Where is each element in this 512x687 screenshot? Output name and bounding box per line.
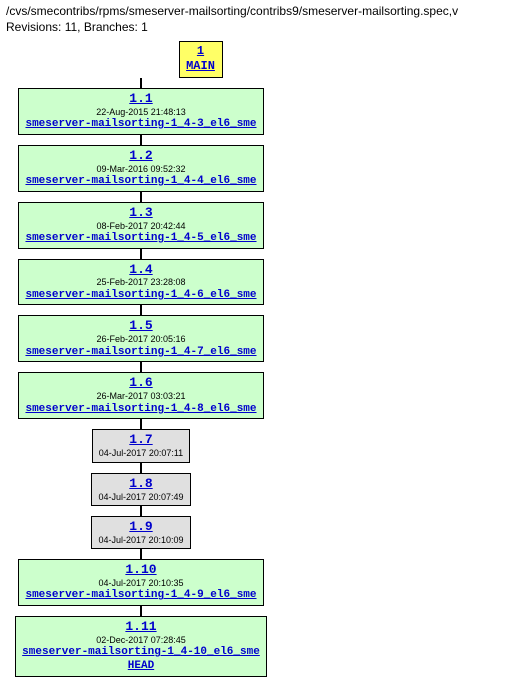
revision-node[interactable]: 1.308-Feb-2017 20:42:44smeserver-mailsor… xyxy=(18,202,263,249)
revision-date: 26-Mar-2017 03:03:21 xyxy=(25,391,256,401)
revision-date: 04-Jul-2017 20:10:09 xyxy=(98,535,183,545)
branch-main-label[interactable]: MAIN xyxy=(186,59,215,73)
revision-number-link[interactable]: 1.6 xyxy=(129,375,152,390)
revision-node[interactable]: 1.526-Feb-2017 20:05:16 smeserver-mailsor… xyxy=(18,315,263,362)
revision-node[interactable]: 1.209-Mar-2016 09:52:32smeserver-mailsor… xyxy=(18,145,263,192)
revision-number-link[interactable]: 1.10 xyxy=(125,562,156,577)
revision-date: 22-Aug-2015 21:48:13 xyxy=(25,107,256,117)
revision-head-link[interactable]: HEAD xyxy=(128,660,154,672)
revision-node[interactable]: 1.1102-Dec-2017 07:28:45smeserver-mailso… xyxy=(15,616,267,677)
revision-date: 04-Jul-2017 20:07:49 xyxy=(98,492,183,502)
revision-tag-link[interactable]: smeserver-mailsorting-1_4-8_el6_sme xyxy=(25,403,256,415)
connector-line xyxy=(140,78,142,88)
connector-line xyxy=(140,606,142,616)
branch-main-num[interactable]: 1 xyxy=(197,44,204,58)
revision-tag-link[interactable]: smeserver-mailsorting-1_4-10_el6_sme xyxy=(22,646,260,658)
connector-line xyxy=(140,362,142,372)
revision-tag-link[interactable]: smeserver-mailsorting-1_4-7_el6_sme xyxy=(25,346,256,358)
revision-node[interactable]: 1.904-Jul-2017 20:10:09 xyxy=(91,516,190,549)
connector-line xyxy=(140,135,142,145)
revision-date: 04-Jul-2017 20:07:11 xyxy=(99,448,183,458)
revision-number-link[interactable]: 1.7 xyxy=(129,432,152,447)
revision-number-link[interactable]: 1.11 xyxy=(125,619,156,634)
revision-number-link[interactable]: 1.9 xyxy=(129,519,152,534)
revision-date: 09-Mar-2016 09:52:32 xyxy=(25,164,256,174)
revision-tag-link[interactable]: smeserver-mailsorting-1_4-3_el6_sme xyxy=(25,118,256,130)
revision-date: 04-Jul-2017 20:10:35 xyxy=(25,578,256,588)
connector-line xyxy=(140,192,142,202)
revision-number-link[interactable]: 1.8 xyxy=(129,476,152,491)
revision-date: 02-Dec-2017 07:28:45 xyxy=(22,635,260,645)
connector-line xyxy=(140,419,142,429)
revision-tag-link[interactable]: smeserver-mailsorting-1_4-9_el6_sme xyxy=(25,589,256,601)
revision-node[interactable]: 1.804-Jul-2017 20:07:49 xyxy=(91,473,190,506)
revision-date: 08-Feb-2017 20:42:44 xyxy=(25,221,256,231)
revision-node[interactable]: 1.704-Jul-2017 20:07:11 xyxy=(92,429,190,462)
file-path: /cvs/smecontribs/rpms/smeserver-mailsort… xyxy=(6,4,506,20)
revision-number-link[interactable]: 1.3 xyxy=(129,205,152,220)
revision-graph: 1 MAIN 1.122-Aug-2015 21:48:13smeserver-… xyxy=(0,37,512,686)
revision-tag-link[interactable]: smeserver-mailsorting-1_4-6_el6_sme xyxy=(25,289,256,301)
revision-number-link[interactable]: 1.4 xyxy=(129,262,152,277)
revision-number-link[interactable]: 1.2 xyxy=(129,148,152,163)
revision-date: 25-Feb-2017 23:28:08 xyxy=(25,277,256,287)
revision-tag-link[interactable]: smeserver-mailsorting-1_4-5_el6_sme xyxy=(25,232,256,244)
revision-node[interactable]: 1.626-Mar-2017 03:03:21 smeserver-mailsor… xyxy=(18,372,263,419)
branch-main-node[interactable]: 1 MAIN xyxy=(179,41,223,78)
connector-line xyxy=(140,549,142,559)
connector-line xyxy=(140,249,142,259)
revision-node[interactable]: 1.1004-Jul-2017 20:10:35smeserver-mailso… xyxy=(18,559,263,606)
revision-number-link[interactable]: 1.5 xyxy=(129,318,152,333)
revision-date: 26-Feb-2017 20:05:16 xyxy=(25,334,256,344)
header: /cvs/smecontribs/rpms/smeserver-mailsort… xyxy=(0,0,512,37)
connector-line xyxy=(140,305,142,315)
revision-node[interactable]: 1.425-Feb-2017 23:28:08 smeserver-mailsor… xyxy=(18,259,263,306)
revision-node[interactable]: 1.122-Aug-2015 21:48:13smeserver-mailsor… xyxy=(18,88,263,135)
connector-line xyxy=(140,463,142,473)
connector-line xyxy=(140,506,142,516)
revision-tag-link[interactable]: smeserver-mailsorting-1_4-4_el6_sme xyxy=(25,175,256,187)
revision-number-link[interactable]: 1.1 xyxy=(129,91,152,106)
revision-stats: Revisions: 11, Branches: 1 xyxy=(6,20,506,36)
